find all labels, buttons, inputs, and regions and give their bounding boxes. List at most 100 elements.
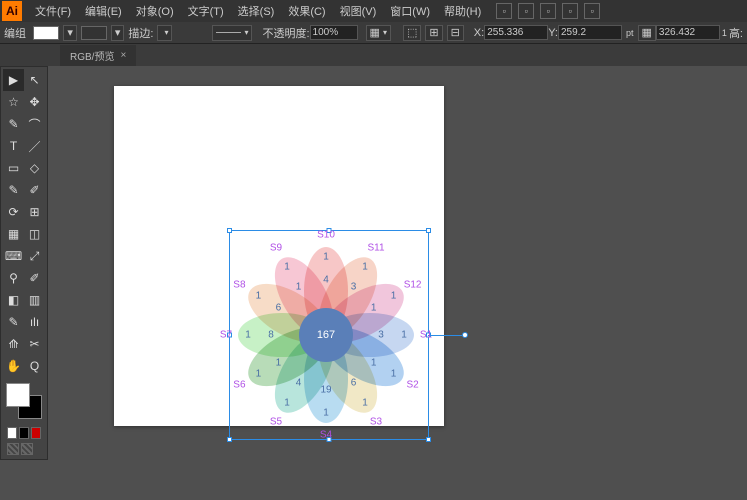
petal-label-S5: S5 bbox=[270, 416, 282, 427]
canvas[interactable]: S1041S1131S1211S131S211S361S4191S541S611… bbox=[54, 66, 747, 500]
petal-inner-S10: 4 bbox=[323, 275, 329, 286]
petal-label-S1: S1 bbox=[420, 330, 432, 341]
color-swatch-block[interactable] bbox=[4, 381, 44, 421]
menu-item[interactable]: 对象(O) bbox=[129, 6, 181, 18]
st-icon[interactable]: ▫ bbox=[540, 3, 556, 19]
petal-mid-S1: 1 bbox=[401, 330, 407, 341]
document-tab-strip: RGB/预览 × bbox=[0, 44, 747, 66]
tool-11-1[interactable]: ılı bbox=[24, 311, 45, 333]
handle-br[interactable] bbox=[426, 437, 431, 442]
petal-mid-S10: 1 bbox=[323, 252, 329, 263]
stroke-dropdown[interactable]: ▾ bbox=[111, 25, 125, 41]
tool-8-1[interactable]: ⤢ bbox=[24, 245, 45, 267]
petal-inner-S3: 6 bbox=[351, 377, 357, 388]
brush-dropdown[interactable]: ▾ bbox=[212, 25, 252, 41]
menu-item[interactable]: 文件(F) bbox=[28, 6, 78, 18]
stroke-swatch[interactable] bbox=[81, 26, 107, 40]
petal-mid-S5: 1 bbox=[284, 397, 290, 408]
tools-panel: ▶↖☆✥✎⌒T／▭◇✎✐⟳⊞▦◫⌨⤢⚲✐◧▥✎ılı⟰✂✋Q bbox=[0, 66, 48, 460]
align-icon-2[interactable]: ⊟ bbox=[447, 25, 464, 41]
h-label: 高: bbox=[729, 25, 743, 41]
tool-12-0[interactable]: ⟰ bbox=[3, 333, 24, 355]
petal-inner-S6: 1 bbox=[276, 357, 282, 368]
w-input[interactable] bbox=[656, 25, 720, 40]
document-tab-title: RGB/预览 bbox=[70, 48, 114, 63]
h-unit: 1 bbox=[722, 28, 727, 38]
tool-12-1[interactable]: ✂ bbox=[24, 333, 45, 355]
tool-0-0[interactable]: ▶ bbox=[3, 69, 24, 91]
color-mode-solid[interactable] bbox=[7, 427, 17, 439]
opacity-input[interactable] bbox=[310, 25, 358, 40]
go-icon[interactable]: ▫ bbox=[584, 3, 600, 19]
close-icon[interactable]: × bbox=[120, 50, 126, 61]
handle-tr[interactable] bbox=[426, 228, 431, 233]
align-icon-1[interactable]: ⊞ bbox=[425, 25, 442, 41]
petal-mid-S4: 1 bbox=[323, 408, 329, 419]
petal-label-S10: S10 bbox=[317, 230, 335, 241]
tool-7-1[interactable]: ◫ bbox=[24, 223, 45, 245]
fill-swatch[interactable] bbox=[33, 26, 59, 40]
screen-mode-full[interactable] bbox=[21, 443, 33, 455]
tool-5-0[interactable]: ✎ bbox=[3, 179, 24, 201]
tool-1-1[interactable]: ✥ bbox=[24, 91, 45, 113]
stroke-weight-dropdown[interactable]: ▾ bbox=[157, 25, 172, 41]
color-mode-gradient[interactable] bbox=[19, 427, 29, 439]
style-dropdown[interactable]: ▦▾ bbox=[366, 25, 391, 41]
align-icon-0[interactable]: ⬚ bbox=[403, 25, 421, 41]
screen-mode-normal[interactable] bbox=[7, 443, 19, 455]
tool-3-0[interactable]: T bbox=[3, 135, 24, 157]
x-label: X: bbox=[474, 27, 484, 39]
menu-item[interactable]: 窗口(W) bbox=[383, 6, 437, 18]
tool-8-0[interactable]: ⌨ bbox=[3, 245, 24, 267]
menu-item[interactable]: 效果(C) bbox=[281, 6, 332, 18]
petal-mid-S12: 1 bbox=[391, 291, 397, 302]
tool-10-0[interactable]: ◧ bbox=[3, 289, 24, 311]
tool-3-1[interactable]: ／ bbox=[24, 135, 45, 157]
color-mode-none[interactable] bbox=[31, 427, 41, 439]
y-input[interactable] bbox=[558, 25, 622, 40]
color-mode-row bbox=[3, 425, 45, 441]
document-tab[interactable]: RGB/预览 × bbox=[60, 45, 136, 66]
selection-type-label: 编组 bbox=[4, 25, 26, 41]
foreground-swatch[interactable] bbox=[6, 383, 30, 407]
tool-9-0[interactable]: ⚲ bbox=[3, 267, 24, 289]
menu-item[interactable]: 视图(V) bbox=[333, 6, 384, 18]
petal-inner-S4: 19 bbox=[320, 385, 331, 396]
tool-6-1[interactable]: ⊞ bbox=[24, 201, 45, 223]
menu-bar: Ai 文件(F)编辑(E)对象(O)文字(T)选择(S)效果(C)视图(V)窗口… bbox=[0, 0, 747, 22]
menu-item[interactable]: 文字(T) bbox=[181, 6, 231, 18]
menu-item[interactable]: 帮助(H) bbox=[437, 6, 488, 18]
stroke-label: 描边: bbox=[128, 25, 153, 41]
petal-inner-S1: 3 bbox=[378, 330, 384, 341]
tool-1-0[interactable]: ☆ bbox=[3, 91, 24, 113]
tool-4-1[interactable]: ◇ bbox=[24, 157, 45, 179]
tool-10-1[interactable]: ▥ bbox=[24, 289, 45, 311]
tool-13-0[interactable]: ✋ bbox=[3, 355, 24, 377]
petal-mid-S8: 1 bbox=[256, 291, 262, 302]
y-unit: pt bbox=[626, 28, 634, 38]
tool-13-1[interactable]: Q bbox=[24, 355, 45, 377]
tool-6-0[interactable]: ⟳ bbox=[3, 201, 24, 223]
center-indicator-point[interactable] bbox=[462, 332, 468, 338]
work-area: RGB/预览 × S1041S1131S1211S131S211S361S419… bbox=[0, 44, 747, 500]
tool-0-1[interactable]: ↖ bbox=[24, 69, 45, 91]
transform-anchor[interactable]: ▦ bbox=[638, 25, 656, 41]
venn-flower-diagram[interactable]: S1041S1131S1211S131S211S361S4191S541S611… bbox=[226, 230, 426, 440]
petal-mid-S2: 1 bbox=[391, 369, 397, 380]
tool-9-1[interactable]: ✐ bbox=[24, 267, 45, 289]
x-input[interactable] bbox=[484, 25, 548, 40]
tool-4-0[interactable]: ▭ bbox=[3, 157, 24, 179]
menu-item[interactable]: 选择(S) bbox=[231, 6, 282, 18]
menu-icon[interactable]: ▫ bbox=[496, 3, 512, 19]
menu-item[interactable]: 编辑(E) bbox=[78, 6, 129, 18]
tool-2-0[interactable]: ✎ bbox=[3, 113, 24, 135]
layout-icon[interactable]: ▫ bbox=[518, 3, 534, 19]
brush-icon[interactable]: ▫ bbox=[562, 3, 578, 19]
petal-inner-S2: 1 bbox=[371, 357, 377, 368]
petal-label-S4: S4 bbox=[320, 430, 332, 441]
tool-11-0[interactable]: ✎ bbox=[3, 311, 24, 333]
fill-dropdown[interactable]: ▾ bbox=[63, 25, 77, 41]
tool-7-0[interactable]: ▦ bbox=[3, 223, 24, 245]
tool-2-1[interactable]: ⌒ bbox=[24, 113, 45, 135]
tool-5-1[interactable]: ✐ bbox=[24, 179, 45, 201]
